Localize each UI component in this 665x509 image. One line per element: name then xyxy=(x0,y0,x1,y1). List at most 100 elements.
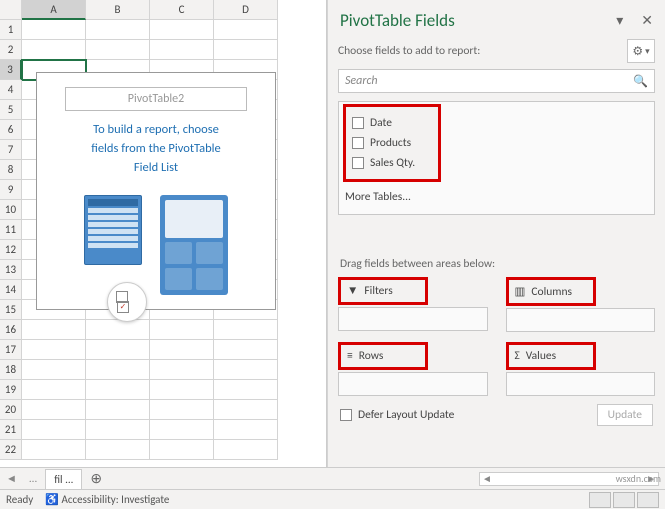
pivot-graphic xyxy=(47,189,265,295)
add-sheet-button[interactable]: ⊕ xyxy=(82,470,110,487)
cell[interactable] xyxy=(22,420,86,440)
row-header[interactable]: 8 xyxy=(0,160,22,180)
cell[interactable] xyxy=(150,380,214,400)
row-header[interactable]: 6 xyxy=(0,120,22,140)
row-header[interactable]: 11 xyxy=(0,220,22,240)
cell[interactable] xyxy=(214,360,278,380)
accessibility-status[interactable]: ♿ Accessibility: Investigate xyxy=(45,493,169,506)
areas-label: Drag fields between areas below: xyxy=(338,217,655,277)
row-header[interactable]: 10 xyxy=(0,200,22,220)
checkbox[interactable] xyxy=(352,117,364,129)
row-header[interactable]: 4 xyxy=(0,80,22,100)
cell[interactable] xyxy=(86,380,150,400)
cell[interactable] xyxy=(150,360,214,380)
pivottable-placeholder[interactable]: PivotTable2 To build a report, choose fi… xyxy=(36,72,276,310)
update-button[interactable]: Update xyxy=(597,404,653,426)
cell[interactable] xyxy=(214,400,278,420)
column-header[interactable]: C xyxy=(150,0,214,20)
chevron-down-icon: ▾ xyxy=(645,46,650,57)
sigma-icon: Σ xyxy=(515,349,520,363)
row-header[interactable]: 17 xyxy=(0,340,22,360)
row-header[interactable]: 18 xyxy=(0,360,22,380)
view-normal[interactable] xyxy=(589,492,611,508)
cell[interactable] xyxy=(214,340,278,360)
checkbox[interactable] xyxy=(352,137,364,149)
cell[interactable] xyxy=(214,40,278,60)
pane-menu-icon[interactable]: ▾ xyxy=(616,12,623,29)
row-header[interactable]: 12 xyxy=(0,240,22,260)
cell[interactable] xyxy=(150,320,214,340)
pivot-hint: To build a report, choose fields from th… xyxy=(47,121,265,189)
row-header[interactable]: 2 xyxy=(0,40,22,60)
cell[interactable] xyxy=(214,320,278,340)
more-tables-link[interactable]: More Tables... xyxy=(343,182,650,208)
field-item[interactable]: Date xyxy=(352,113,432,133)
rows-area-header: ≡Rows xyxy=(338,342,428,370)
row-header[interactable]: 7 xyxy=(0,140,22,160)
values-drop-area[interactable] xyxy=(506,372,656,396)
columns-drop-area[interactable] xyxy=(506,308,656,332)
cell[interactable] xyxy=(22,440,86,460)
cell[interactable] xyxy=(86,320,150,340)
rows-drop-area[interactable] xyxy=(338,372,488,396)
cell[interactable] xyxy=(22,20,86,40)
defer-checkbox[interactable] xyxy=(340,409,352,421)
row-header[interactable]: 3 xyxy=(0,60,22,80)
row-header[interactable]: 16 xyxy=(0,320,22,340)
view-page-layout[interactable] xyxy=(613,492,635,508)
search-input[interactable]: Search 🔍 xyxy=(338,69,655,93)
cell[interactable] xyxy=(86,400,150,420)
cell[interactable] xyxy=(86,340,150,360)
cell[interactable] xyxy=(214,380,278,400)
cell[interactable] xyxy=(86,20,150,40)
row-header[interactable]: 22 xyxy=(0,440,22,460)
filters-area-header: ▼Filters xyxy=(338,277,428,305)
row-header[interactable]: 14 xyxy=(0,280,22,300)
row-header[interactable]: 19 xyxy=(0,380,22,400)
filters-drop-area[interactable] xyxy=(338,307,488,331)
column-header[interactable]: B xyxy=(86,0,150,20)
defer-label: Defer Layout Update xyxy=(358,408,454,422)
cell[interactable] xyxy=(214,420,278,440)
field-item[interactable]: Products xyxy=(352,133,432,153)
cell[interactable] xyxy=(86,420,150,440)
status-bar: Ready ♿ Accessibility: Investigate xyxy=(0,489,665,509)
close-icon[interactable]: ✕ xyxy=(641,12,653,29)
cell[interactable] xyxy=(22,400,86,420)
cell[interactable] xyxy=(22,360,86,380)
row-header[interactable]: 15 xyxy=(0,300,22,320)
cell[interactable] xyxy=(86,360,150,380)
cell[interactable] xyxy=(86,440,150,460)
tab-nav-more[interactable]: ... xyxy=(23,472,43,485)
row-header[interactable]: 13 xyxy=(0,260,22,280)
row-header[interactable]: 1 xyxy=(0,20,22,40)
cell[interactable] xyxy=(22,40,86,60)
cell[interactable] xyxy=(22,320,86,340)
cell[interactable] xyxy=(86,40,150,60)
cell[interactable] xyxy=(214,440,278,460)
cell[interactable] xyxy=(150,340,214,360)
cell[interactable] xyxy=(150,440,214,460)
row-header[interactable]: 21 xyxy=(0,420,22,440)
column-header[interactable]: A xyxy=(22,0,86,20)
view-page-break[interactable] xyxy=(637,492,659,508)
sheet-tab[interactable]: fil ... xyxy=(45,469,82,489)
cell[interactable] xyxy=(150,20,214,40)
row-header[interactable]: 9 xyxy=(0,180,22,200)
field-item[interactable]: Sales Qty. xyxy=(352,153,432,173)
checkbox[interactable] xyxy=(352,157,364,169)
cell[interactable] xyxy=(22,380,86,400)
cell[interactable] xyxy=(150,400,214,420)
columns-icon: ▥ xyxy=(515,284,526,299)
tab-nav-prev[interactable]: ◄ xyxy=(0,472,23,485)
column-header[interactable]: D xyxy=(214,0,278,20)
cell[interactable] xyxy=(150,40,214,60)
cell[interactable] xyxy=(214,20,278,40)
sheet-tab-bar: ◄ ... fil ... ⊕ xyxy=(0,467,665,489)
pane-title: PivotTable Fields xyxy=(340,10,455,31)
cell[interactable] xyxy=(150,420,214,440)
row-header[interactable]: 5 xyxy=(0,100,22,120)
cell[interactable] xyxy=(22,340,86,360)
row-header[interactable]: 20 xyxy=(0,400,22,420)
tools-button[interactable]: ⚙▾ xyxy=(627,39,655,63)
